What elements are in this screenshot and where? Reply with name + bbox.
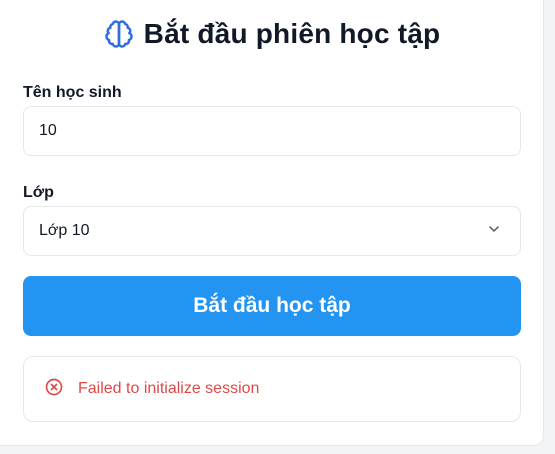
grade-selected-value: Lớp 10 — [39, 222, 90, 239]
session-card: Bắt đầu phiên học tập Tên học sinh Lớp L… — [0, 0, 544, 446]
grade-label: Lớp — [23, 184, 54, 201]
error-alert: Failed to initialize session — [23, 356, 521, 422]
brain-icon — [104, 19, 134, 49]
page-header: Bắt đầu phiên học tập — [0, 12, 544, 56]
start-learning-button[interactable]: Bắt đầu học tập — [23, 276, 521, 336]
error-message: Failed to initialize session — [78, 380, 260, 397]
error-circle-icon — [44, 377, 64, 402]
chevron-down-icon — [486, 221, 502, 242]
page-title: Bắt đầu phiên học tập — [143, 18, 441, 49]
student-name-input[interactable] — [23, 106, 521, 156]
student-name-label: Tên học sinh — [23, 84, 122, 101]
grade-select[interactable]: Lớp 10 — [23, 206, 521, 256]
